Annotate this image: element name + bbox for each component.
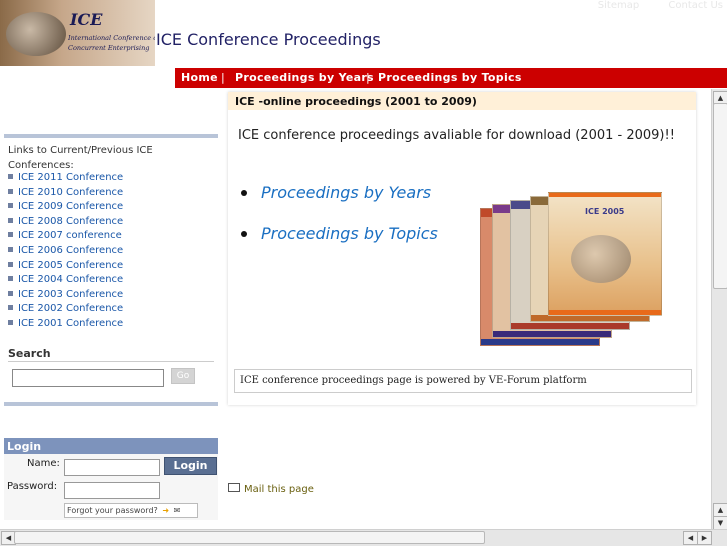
conference-link-2011[interactable]: ICE 2011 Conference — [8, 172, 123, 187]
conference-link-2004[interactable]: ICE 2004 Conference — [8, 274, 123, 289]
search-go-button[interactable]: Go — [171, 368, 195, 384]
conference-link-2007[interactable]: ICE 2007 conference — [8, 230, 123, 245]
scroll-left-icon[interactable]: ◀ — [683, 531, 698, 545]
login-button[interactable]: Login — [164, 457, 217, 475]
mail-this-page-label: Mail this page — [244, 484, 314, 495]
panel-header: ICE -online proceedings (2001 to 2009) — [228, 92, 696, 110]
mail-this-page-link[interactable]: Mail this page — [228, 483, 314, 495]
scroll-down-icon[interactable]: ▼ — [713, 516, 727, 530]
panel-title: ICE -online proceedings (2001 to 2009) — [235, 95, 477, 108]
conference-link-2009[interactable]: ICE 2009 Conference — [8, 201, 123, 216]
logo-title: ICE — [70, 10, 103, 29]
conference-link-2001[interactable]: ICE 2001 Conference — [8, 318, 123, 333]
name-field[interactable] — [64, 459, 160, 476]
bullet-dot-icon — [241, 190, 247, 196]
book-cover-emblem — [571, 235, 631, 283]
top-links: Sitemap Contact Us — [572, 0, 723, 11]
search-divider — [8, 361, 214, 362]
conference-link-2010[interactable]: ICE 2010 Conference — [8, 187, 123, 202]
book-cover-title: ICE 2005 — [585, 207, 625, 216]
logo-subtitle-line1: International Conference on — [68, 34, 155, 42]
login-title: Login — [7, 440, 42, 453]
bullet-square-icon — [8, 232, 13, 238]
link-proceedings-by-years[interactable]: Proceedings by Years — [261, 183, 431, 202]
name-label: Name: — [27, 458, 60, 469]
password-label: Password: — [7, 481, 58, 492]
main-nav-bar: Home | Proceedings by Years | Proceeding… — [175, 68, 727, 88]
site-logo[interactable]: ICE International Conference on Concurre… — [0, 0, 155, 66]
link-proceedings-by-topics[interactable]: Proceedings by Topics — [261, 224, 438, 243]
conference-link-2006[interactable]: ICE 2006 Conference — [8, 245, 123, 260]
envelope-icon: ✉ — [173, 506, 181, 515]
powered-by-note: ICE conference proceedings page is power… — [234, 369, 692, 393]
nav-separator: | — [366, 71, 370, 84]
bullet-square-icon — [8, 319, 13, 325]
scroll-right-icon[interactable]: ▶ — [697, 531, 712, 545]
conference-link-2002[interactable]: ICE 2002 Conference — [8, 303, 123, 318]
top-link-contact[interactable]: Contact Us — [668, 0, 723, 11]
powered-by-text: ICE conference proceedings page is power… — [240, 375, 587, 386]
sidebar-divider — [4, 402, 218, 406]
sidebar-intro: Links to Current/Previous ICE Conference… — [8, 145, 153, 171]
envelope-icon — [228, 483, 240, 492]
arrow-right-icon: ➜ — [162, 506, 170, 515]
site-title: ICE Conference Proceedings — [156, 30, 381, 49]
bullet-square-icon — [8, 246, 13, 252]
bullet-square-icon — [8, 217, 13, 223]
logo-coin-image — [6, 12, 66, 56]
horizontal-scroll-thumb[interactable] — [14, 531, 485, 544]
bullet-square-icon — [8, 290, 13, 296]
bullet-dot-icon — [241, 231, 247, 237]
password-field[interactable] — [64, 482, 160, 499]
nav-home[interactable]: Home — [181, 71, 218, 84]
forgot-password-link[interactable]: Forgot your password? ➜ ✉ — [64, 503, 198, 518]
conference-link-2003[interactable]: ICE 2003 Conference — [8, 289, 123, 304]
bullet-square-icon — [8, 188, 13, 194]
bullet-square-icon — [8, 305, 13, 311]
search-heading: Search — [8, 347, 51, 360]
conference-link-2008[interactable]: ICE 2008 Conference — [8, 216, 123, 231]
bullet-square-icon — [8, 203, 13, 209]
book-cover-ice-2005: ICE 2005 — [548, 192, 662, 316]
conference-links-list: ICE 2011 Conference ICE 2010 Conference … — [8, 172, 123, 333]
nav-proceedings-by-years[interactable]: Proceedings by Years — [235, 71, 374, 84]
bullet-square-icon — [8, 276, 13, 282]
bullet-square-icon — [8, 174, 13, 179]
scroll-up-icon[interactable]: ▲ — [713, 503, 727, 517]
forgot-password-label: Forgot your password? — [67, 506, 158, 515]
search-input[interactable] — [12, 369, 164, 387]
bullet-square-icon — [8, 261, 13, 267]
login-header: Login — [4, 438, 218, 454]
nav-separator: | — [221, 71, 225, 84]
proceedings-books-image: ICE 2005 — [478, 190, 664, 348]
top-link-sitemap[interactable]: Sitemap — [598, 0, 639, 11]
vertical-scroll-thumb[interactable] — [713, 103, 727, 289]
logo-subtitle-line2: Concurrent Enterprising — [68, 44, 150, 52]
nav-proceedings-by-topics[interactable]: Proceedings by Topics — [378, 71, 522, 84]
sidebar-divider — [4, 134, 218, 138]
intro-text: ICE conference proceedings avaliable for… — [238, 128, 675, 143]
conference-link-2005[interactable]: ICE 2005 Conference — [8, 260, 123, 275]
